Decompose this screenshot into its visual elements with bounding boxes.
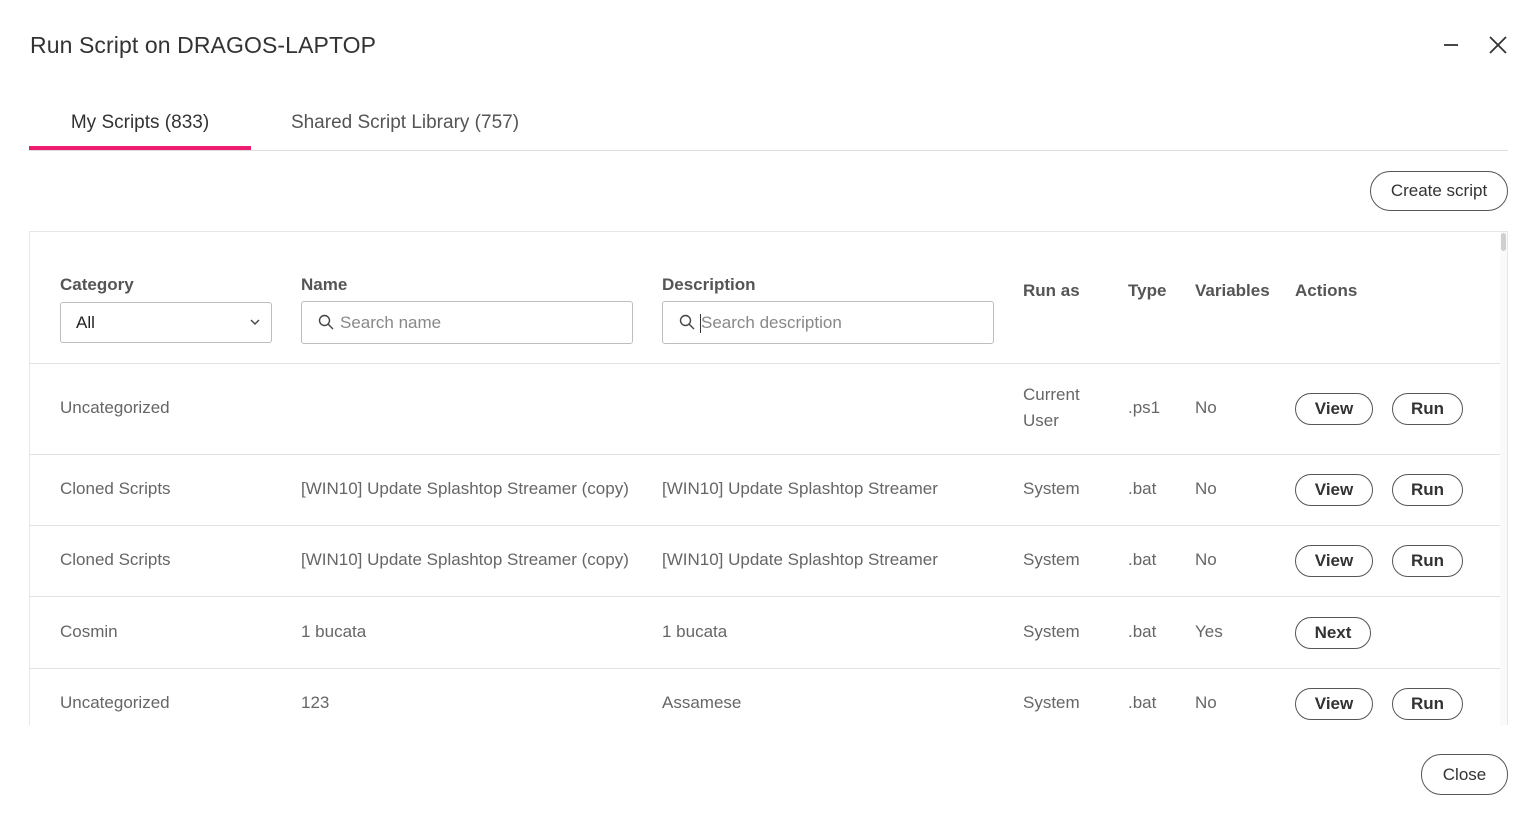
cell-name: [WIN10] Update Splashtop Streamer (copy) xyxy=(301,550,629,569)
next-button[interactable]: Next xyxy=(1295,617,1371,649)
scrollbar-thumb[interactable] xyxy=(1501,233,1506,251)
cell-variables: No xyxy=(1195,479,1217,498)
view-button[interactable]: View xyxy=(1295,393,1373,425)
cell-category: Cloned Scripts xyxy=(60,550,171,569)
cell-run-as: System xyxy=(1023,479,1080,498)
create-script-button[interactable]: Create script xyxy=(1370,171,1508,211)
tab-bar: My Scripts (833) Shared Script Library (… xyxy=(29,96,1508,151)
cell-category: Uncategorized xyxy=(60,398,170,417)
cell-name: [WIN10] Update Splashtop Streamer (copy) xyxy=(301,479,629,498)
cell-variables: No xyxy=(1195,693,1217,712)
category-select-value: All xyxy=(76,312,95,332)
cell-description: Assamese xyxy=(662,693,742,712)
search-name-placeholder: Search name xyxy=(340,312,442,332)
minimize-button[interactable] xyxy=(1436,30,1466,60)
column-header-category: Category xyxy=(60,275,134,294)
table-row: Cosmin 1 bucata 1 bucata System .bat Yes… xyxy=(30,597,1502,669)
minimize-icon xyxy=(1444,44,1458,46)
search-icon xyxy=(318,314,334,330)
close-icon xyxy=(1489,36,1507,54)
column-header-actions: Actions xyxy=(1295,281,1358,300)
table-row: Uncategorized Current User .ps1 No View … xyxy=(30,364,1502,455)
cell-type: .bat xyxy=(1128,550,1157,569)
search-icon xyxy=(679,314,695,330)
view-button[interactable]: View xyxy=(1295,545,1373,577)
cell-description: [WIN10] Update Splashtop Streamer xyxy=(662,479,938,498)
tab-label: Shared Script Library (757) xyxy=(290,112,520,133)
cell-run-as: System xyxy=(1023,693,1080,712)
table-row: Cloned Scripts [WIN10] Update Splashtop … xyxy=(30,455,1502,526)
run-button[interactable]: Run xyxy=(1392,474,1463,506)
cell-type: .bat xyxy=(1128,693,1157,712)
cell-variables: Yes xyxy=(1195,622,1223,641)
cell-description: 1 bucata xyxy=(662,622,728,641)
cell-name: 123 xyxy=(301,693,330,712)
cell-category: Cloned Scripts xyxy=(60,479,171,498)
table-row: Cloned Scripts [WIN10] Update Splashtop … xyxy=(30,526,1502,597)
table-scrollbar[interactable] xyxy=(1500,232,1507,725)
run-button[interactable]: Run xyxy=(1392,393,1463,425)
tab-shared-script-library[interactable]: Shared Script Library (757) xyxy=(269,96,541,150)
cell-category: Cosmin xyxy=(60,622,118,641)
tab-label: My Scripts (833) xyxy=(70,112,210,133)
run-script-dialog: Run Script on DRAGOS-LAPTOP My Scripts (… xyxy=(0,0,1537,824)
cell-run-as: System xyxy=(1023,622,1080,641)
search-name-input[interactable]: Search name xyxy=(301,301,633,344)
run-button[interactable]: Run xyxy=(1392,545,1463,577)
cell-run-as: System xyxy=(1023,550,1080,569)
close-dialog-button[interactable] xyxy=(1483,30,1513,60)
dialog-title: Run Script on DRAGOS-LAPTOP xyxy=(30,32,377,58)
column-header-run-as: Run as xyxy=(1023,281,1080,300)
column-header-type: Type xyxy=(1128,281,1167,300)
tab-my-scripts[interactable]: My Scripts (833) xyxy=(29,96,251,150)
column-header-description: Description xyxy=(662,275,756,294)
table-row: Uncategorized 123 Assamese System .bat N… xyxy=(30,669,1502,725)
cell-variables: No xyxy=(1195,550,1217,569)
cell-type: .bat xyxy=(1128,479,1157,498)
column-header-name: Name xyxy=(301,275,348,294)
cell-name: 1 bucata xyxy=(301,622,367,641)
scripts-table: Category Name Description Run as Type Va… xyxy=(29,231,1508,725)
view-button[interactable]: View xyxy=(1295,474,1373,506)
cell-variables: No xyxy=(1195,398,1217,417)
cell-category: Uncategorized xyxy=(60,693,170,712)
active-tab-indicator xyxy=(29,146,251,150)
cell-type: .bat xyxy=(1128,622,1157,641)
category-select[interactable]: All xyxy=(60,302,272,343)
close-button[interactable]: Close xyxy=(1421,754,1508,795)
table-header: Category Name Description Run as Type Va… xyxy=(30,232,1502,364)
run-button[interactable]: Run xyxy=(1392,688,1463,720)
search-description-placeholder: Search description xyxy=(701,312,842,332)
view-button[interactable]: View xyxy=(1295,688,1373,720)
search-description-input[interactable]: Search description xyxy=(662,301,994,344)
cell-description: [WIN10] Update Splashtop Streamer xyxy=(662,550,938,569)
chevron-down-icon xyxy=(250,319,260,325)
cell-run-as: Current User xyxy=(1023,385,1080,430)
cell-type: .ps1 xyxy=(1128,398,1161,417)
column-header-variables: Variables xyxy=(1195,281,1270,300)
